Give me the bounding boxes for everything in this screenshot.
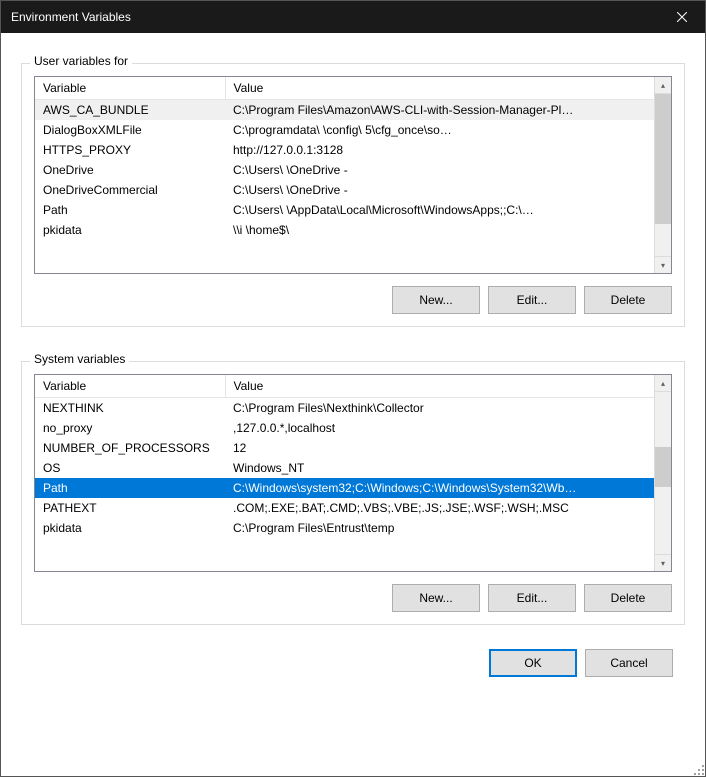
system-group-label: System variables (30, 352, 129, 366)
system-delete-button[interactable]: Delete (584, 584, 672, 612)
user-variables-table: Variable Value AWS_CA_BUNDLEC:\Program F… (35, 77, 654, 240)
variable-value-cell: http://127.0.0.1:3128 (225, 140, 654, 160)
variable-value-cell: C:\Windows\system32;C:\Windows;C:\Window… (225, 478, 654, 498)
variable-name-cell: PATHEXT (35, 498, 225, 518)
user-button-row: New... Edit... Delete (34, 286, 672, 314)
user-table-wrap: Variable Value AWS_CA_BUNDLEC:\Program F… (34, 76, 672, 274)
table-row[interactable]: PathC:\Users\ \AppData\Local\Microsoft\W… (35, 200, 654, 220)
variable-value-cell: C:\Program Files\Amazon\AWS-CLI-with-Ses… (225, 100, 654, 121)
variable-name-cell: pkidata (35, 518, 225, 538)
variable-name-cell: AWS_CA_BUNDLE (35, 100, 225, 121)
table-row[interactable]: OneDriveCommercialC:\Users\ \OneDrive - (35, 180, 654, 200)
scroll-up-icon[interactable]: ▴ (655, 375, 671, 392)
variable-name-cell: Path (35, 478, 225, 498)
system-variables-group: System variables Variable Value NEXTHINK… (21, 361, 685, 625)
dialog-footer: OK Cancel (21, 649, 685, 677)
variable-name-cell: pkidata (35, 220, 225, 240)
variable-value-cell: C:\programdata\ \config\ 5\cfg_once\so… (225, 120, 654, 140)
variable-value-cell: C:\Users\ \OneDrive - (225, 180, 654, 200)
variable-name-cell: NEXTHINK (35, 398, 225, 419)
user-edit-button[interactable]: Edit... (488, 286, 576, 314)
table-row[interactable]: pkidataC:\Program Files\Entrust\temp (35, 518, 654, 538)
user-table-scroll[interactable]: Variable Value AWS_CA_BUNDLEC:\Program F… (35, 77, 654, 273)
system-edit-button[interactable]: Edit... (488, 584, 576, 612)
ok-button[interactable]: OK (489, 649, 577, 677)
variable-name-cell: OneDrive (35, 160, 225, 180)
system-table-wrap: Variable Value NEXTHINKC:\Program Files\… (34, 374, 672, 572)
system-new-button[interactable]: New... (392, 584, 480, 612)
variable-value-cell: C:\Program Files\Nexthink\Collector (225, 398, 654, 419)
variable-value-cell: C:\Users\ \AppData\Local\Microsoft\Windo… (225, 200, 654, 220)
system-button-row: New... Edit... Delete (34, 584, 672, 612)
table-row[interactable]: NUMBER_OF_PROCESSORS12 (35, 438, 654, 458)
scroll-thumb[interactable] (655, 94, 671, 224)
variable-name-cell: OS (35, 458, 225, 478)
user-variables-group: User variables for Variable Value AWS_CA… (21, 63, 685, 327)
titlebar: Environment Variables (1, 1, 705, 33)
variable-name-cell: OneDriveCommercial (35, 180, 225, 200)
user-col-value[interactable]: Value (225, 77, 654, 100)
system-col-variable[interactable]: Variable (35, 375, 225, 398)
variable-value-cell: Windows_NT (225, 458, 654, 478)
system-variables-table: Variable Value NEXTHINKC:\Program Files\… (35, 375, 654, 538)
variable-name-cell: NUMBER_OF_PROCESSORS (35, 438, 225, 458)
table-row[interactable]: PATHEXT.COM;.EXE;.BAT;.CMD;.VBS;.VBE;.JS… (35, 498, 654, 518)
close-icon (677, 12, 687, 22)
cancel-button[interactable]: Cancel (585, 649, 673, 677)
table-row[interactable]: DialogBoxXMLFileC:\programdata\ \config\… (35, 120, 654, 140)
system-col-value[interactable]: Value (225, 375, 654, 398)
variable-value-cell: 12 (225, 438, 654, 458)
variable-value-cell: \\i \home$\ (225, 220, 654, 240)
system-scrollbar[interactable]: ▴ ▾ (654, 375, 671, 571)
user-col-variable[interactable]: Variable (35, 77, 225, 100)
dialog-content: User variables for Variable Value AWS_CA… (1, 33, 705, 776)
table-row[interactable]: PathC:\Windows\system32;C:\Windows;C:\Wi… (35, 478, 654, 498)
scroll-down-icon[interactable]: ▾ (655, 554, 671, 571)
table-row[interactable]: pkidata\\i \home$\ (35, 220, 654, 240)
scroll-thumb[interactable] (655, 447, 671, 487)
close-button[interactable] (659, 1, 705, 33)
variable-name-cell: DialogBoxXMLFile (35, 120, 225, 140)
table-row[interactable]: OSWindows_NT (35, 458, 654, 478)
window-title: Environment Variables (11, 10, 131, 24)
table-row[interactable]: OneDriveC:\Users\ \OneDrive - (35, 160, 654, 180)
user-group-label: User variables for (30, 54, 132, 68)
user-delete-button[interactable]: Delete (584, 286, 672, 314)
resize-grip[interactable] (692, 763, 704, 775)
variable-value-cell: C:\Program Files\Entrust\temp (225, 518, 654, 538)
variable-name-cell: no_proxy (35, 418, 225, 438)
scroll-up-icon[interactable]: ▴ (655, 77, 671, 94)
variable-name-cell: Path (35, 200, 225, 220)
table-row[interactable]: no_proxy ,127.0.0.*,localhost (35, 418, 654, 438)
table-row[interactable]: HTTPS_PROXYhttp://127.0.0.1:3128 (35, 140, 654, 160)
variable-value-cell: C:\Users\ \OneDrive - (225, 160, 654, 180)
user-scrollbar[interactable]: ▴ ▾ (654, 77, 671, 273)
system-table-scroll[interactable]: Variable Value NEXTHINKC:\Program Files\… (35, 375, 654, 571)
variable-value-cell: ,127.0.0.*,localhost (225, 418, 654, 438)
table-row[interactable]: AWS_CA_BUNDLEC:\Program Files\Amazon\AWS… (35, 100, 654, 121)
scroll-down-icon[interactable]: ▾ (655, 256, 671, 273)
variable-value-cell: .COM;.EXE;.BAT;.CMD;.VBS;.VBE;.JS;.JSE;.… (225, 498, 654, 518)
variable-name-cell: HTTPS_PROXY (35, 140, 225, 160)
table-row[interactable]: NEXTHINKC:\Program Files\Nexthink\Collec… (35, 398, 654, 419)
user-new-button[interactable]: New... (392, 286, 480, 314)
